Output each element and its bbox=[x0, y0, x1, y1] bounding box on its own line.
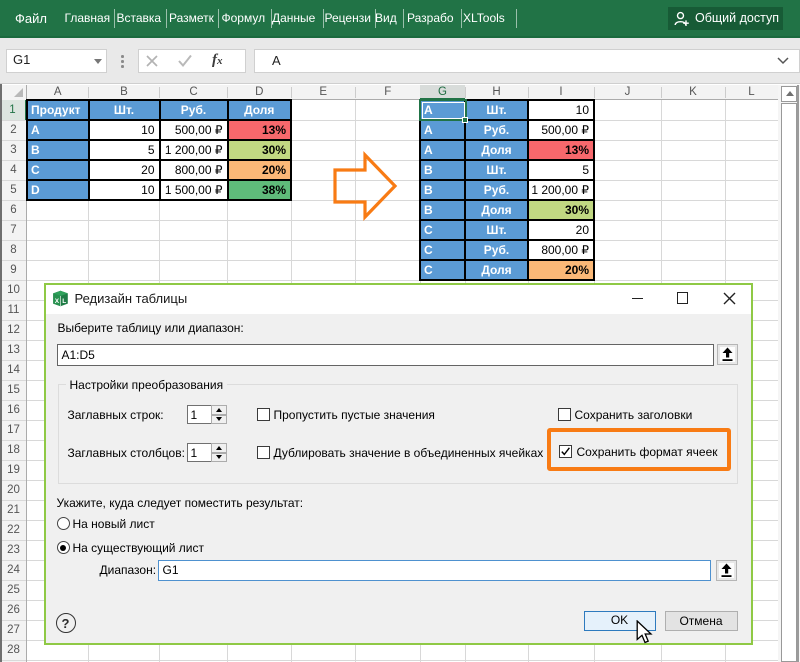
svg-text:X: X bbox=[54, 298, 59, 305]
svg-text:L: L bbox=[62, 298, 66, 305]
